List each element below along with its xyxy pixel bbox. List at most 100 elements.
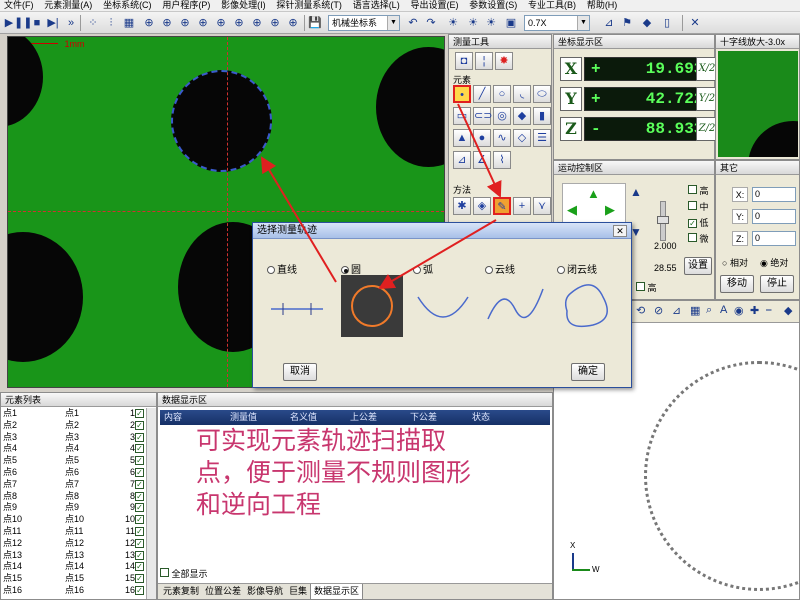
diamond-element-icon[interactable]: ◆ bbox=[513, 107, 531, 125]
cancel-button[interactable]: 取消 bbox=[283, 363, 317, 381]
plane-element-icon[interactable]: ☰ bbox=[533, 129, 551, 147]
chart-icon[interactable]: ⚑ bbox=[620, 16, 634, 30]
camera-tool-icon[interactable]: ◘ bbox=[455, 52, 473, 70]
list-item[interactable]: 点11 点11 11 ✓ bbox=[1, 526, 156, 538]
relative-radio[interactable]: ○ 相对 bbox=[722, 256, 748, 269]
probe-icon[interactable]: ⊕ bbox=[196, 16, 210, 30]
step-icon[interactable]: ▶| bbox=[46, 16, 60, 30]
light-icon[interactable]: ☀ bbox=[484, 16, 498, 30]
list-item-checkbox[interactable]: ✓ bbox=[135, 409, 144, 418]
list-item[interactable]: 点3 点3 3 ✓ bbox=[1, 432, 156, 444]
probe-icon[interactable]: ⊕ bbox=[178, 16, 192, 30]
pause-icon[interactable]: ❚❚ bbox=[14, 16, 32, 30]
ok-button[interactable]: 确定 bbox=[571, 363, 605, 381]
plus-method-icon[interactable]: + bbox=[513, 197, 531, 215]
car-icon[interactable]: ◆ bbox=[640, 16, 654, 30]
column-header[interactable]: 名义值 bbox=[290, 410, 317, 425]
speed-option-low[interactable]: ✓ 低 bbox=[688, 215, 709, 231]
probe-icon[interactable]: ⊕ bbox=[268, 16, 282, 30]
tab-macro[interactable]: 巨集 bbox=[286, 584, 310, 599]
light-icon[interactable]: ☀ bbox=[466, 16, 480, 30]
list-item-checkbox[interactable]: ✓ bbox=[135, 503, 144, 513]
list-item[interactable]: 点13 点13 13 ✓ bbox=[1, 550, 156, 562]
slot-element-icon[interactable]: ⊂⊃ bbox=[473, 107, 492, 125]
circle-element-icon[interactable]: ○ bbox=[493, 85, 511, 103]
tab-data-display[interactable]: 数据显示区 bbox=[310, 584, 364, 600]
distance-element-icon[interactable]: ⊿ bbox=[453, 151, 471, 169]
stop-icon[interactable]: ■ bbox=[30, 16, 44, 30]
menu-item[interactable]: 坐标系统(C) bbox=[99, 0, 156, 11]
speed-slider[interactable] bbox=[657, 201, 669, 241]
cylinder-element-icon[interactable]: ▮ bbox=[533, 107, 551, 125]
list-item-checkbox[interactable]: ✓ bbox=[135, 538, 144, 548]
redo-icon[interactable]: ↷ bbox=[424, 16, 438, 30]
laser-tool-icon[interactable]: ✸ bbox=[495, 52, 513, 70]
ellipse-element-icon[interactable]: ⬭ bbox=[533, 85, 551, 103]
menu-item[interactable]: 导出设置(E) bbox=[406, 0, 462, 11]
save-icon[interactable]: 💾 bbox=[308, 16, 322, 30]
arrow-up-icon[interactable]: ▲ bbox=[587, 186, 600, 201]
menu-item[interactable]: 专业工具(B) bbox=[524, 0, 580, 11]
show-all-checkbox[interactable]: 全部显示 bbox=[160, 567, 208, 580]
list-item-checkbox[interactable]: ✓ bbox=[135, 456, 144, 466]
column-header[interactable]: 上公差 bbox=[350, 410, 377, 425]
cone-element-icon[interactable]: ▲ bbox=[453, 129, 471, 147]
undo-icon[interactable]: ↶ bbox=[406, 16, 420, 30]
speed-option-mid[interactable]: 中 bbox=[688, 199, 709, 215]
measure-icon[interactable]: ⊿ bbox=[672, 304, 681, 317]
point-tool-icon[interactable]: ⁘ bbox=[86, 16, 100, 30]
option-circle[interactable]: 圆 bbox=[341, 261, 361, 276]
rect-element-icon[interactable]: ▭ bbox=[453, 107, 471, 125]
list-item-checkbox[interactable]: ✓ bbox=[135, 468, 144, 477]
check-method-icon[interactable]: ⋎ bbox=[533, 197, 551, 215]
trace-method-icon[interactable]: ✎ bbox=[493, 197, 511, 215]
list-item[interactable]: 点2 点2 2 ✓ bbox=[1, 420, 156, 432]
zoom-icon[interactable]: ⌕ bbox=[706, 304, 712, 317]
list-item[interactable]: 点12 点12 12 ✓ bbox=[1, 538, 156, 550]
list-item-checkbox[interactable]: ✓ bbox=[135, 491, 144, 501]
probe-icon[interactable]: ⊕ bbox=[250, 16, 264, 30]
close-icon[interactable]: ✕ bbox=[688, 16, 702, 30]
column-header[interactable]: 内容 bbox=[164, 410, 182, 425]
undo-icon[interactable]: ⟲ bbox=[636, 304, 645, 317]
option-cloud[interactable]: 云线 bbox=[485, 261, 515, 276]
list-item-checkbox[interactable]: ✓ bbox=[135, 562, 144, 572]
close-icon[interactable]: ✕ bbox=[613, 225, 627, 237]
zoom-select[interactable]: 0.7X ▼ bbox=[524, 15, 590, 31]
menu-item[interactable]: 参数设置(S) bbox=[465, 0, 521, 11]
menu-item[interactable]: 元素测量(A) bbox=[40, 0, 96, 11]
list-item-checkbox[interactable]: ✓ bbox=[135, 515, 144, 525]
speed-option-high[interactable]: 高 bbox=[688, 183, 709, 199]
point-element-icon[interactable]: • bbox=[453, 85, 471, 103]
line-element-icon[interactable]: ╱ bbox=[473, 85, 491, 103]
stop-circle-icon[interactable]: ⊘ bbox=[654, 304, 663, 317]
list-item-checkbox[interactable]: ✓ bbox=[135, 586, 144, 595]
cross-icon[interactable]: ✚ bbox=[750, 304, 759, 317]
move-button[interactable]: 移动 bbox=[720, 275, 754, 293]
list-item[interactable]: 点10 点10 10 ✓ bbox=[1, 514, 156, 526]
ruler-icon[interactable]: ⎯ bbox=[766, 304, 772, 317]
list-item[interactable]: 点14 点14 14 ✓ bbox=[1, 561, 156, 573]
grid-icon[interactable]: ▦ bbox=[690, 304, 700, 317]
cross-method-icon[interactable]: ✱ bbox=[453, 197, 471, 215]
curve-element-icon[interactable]: ∿ bbox=[493, 129, 511, 147]
option-line[interactable]: 直线 bbox=[267, 261, 297, 276]
list-item[interactable]: 点15 点15 15 ✓ bbox=[1, 573, 156, 585]
option-closed-cloud[interactable]: 闭云线 bbox=[557, 261, 597, 276]
z-up-icon[interactable]: ▲ bbox=[630, 185, 642, 199]
menu-item[interactable]: 文件(F) bbox=[0, 0, 38, 11]
text-icon[interactable]: A bbox=[720, 304, 727, 316]
column-header[interactable]: 状态 bbox=[472, 410, 490, 425]
tab-image-navigation[interactable]: 影像导航 bbox=[244, 584, 286, 599]
y-input[interactable]: 0 bbox=[752, 209, 796, 224]
menu-item[interactable]: 语言选择(L) bbox=[349, 0, 404, 11]
arrow-right-icon[interactable]: ▶ bbox=[605, 202, 615, 218]
diamond-method-icon[interactable]: ◈ bbox=[473, 197, 491, 215]
angle-element-icon[interactable]: ∠ bbox=[473, 151, 491, 169]
coord-system-select[interactable]: 机械坐标系 ▼ bbox=[328, 15, 400, 31]
option-arc[interactable]: 弧 bbox=[413, 261, 433, 276]
arc-element-icon[interactable]: ◟ bbox=[513, 85, 531, 103]
setup-button[interactable]: 设置 bbox=[684, 257, 712, 275]
tag-icon[interactable]: ▯ bbox=[660, 16, 674, 30]
edge-element-icon[interactable]: ⌇ bbox=[493, 151, 511, 169]
